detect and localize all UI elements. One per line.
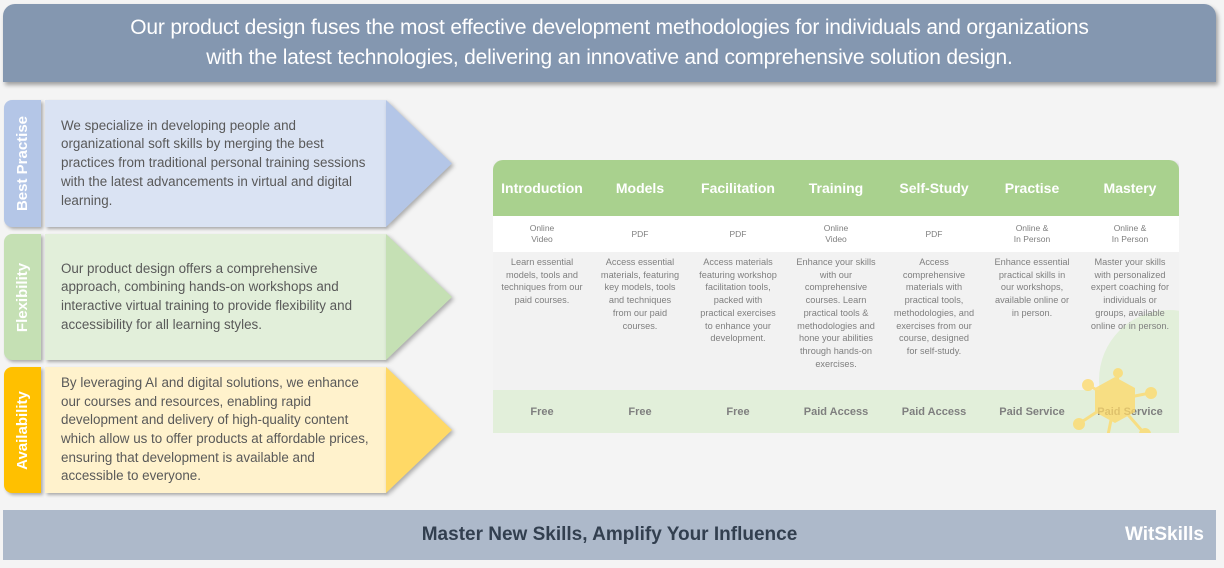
pillar-text: Our product design offers a comprehensiv… <box>61 260 353 332</box>
format-cell: Online & In Person <box>1013 223 1051 244</box>
description-cell: Learn essential models, tools and techni… <box>501 257 583 306</box>
pillar-availability: Availability By leveraging AI and digita… <box>4 367 452 493</box>
banner-text: Our product design fuses the most effect… <box>110 13 1108 73</box>
pillar-tab: Best Practise <box>4 100 41 227</box>
arrow-tip-icon <box>386 100 452 227</box>
column-header: Practise <box>1004 180 1060 196</box>
description-cell: Enhance essential practical skills in ou… <box>994 257 1070 318</box>
pillar-text: By leveraging AI and digital solutions, … <box>61 374 369 484</box>
pillar-text: We specialize in developing people and o… <box>61 117 366 208</box>
format-cell: Online Video <box>529 223 555 244</box>
pillar-body: By leveraging AI and digital solutions, … <box>45 367 386 493</box>
price-cell: Free <box>726 405 750 418</box>
format-cell: PDF <box>631 228 649 239</box>
format-cell: Online & In Person <box>1111 223 1149 244</box>
pillar-body: We specialize in developing people and o… <box>45 100 386 227</box>
product-table: Introduction Models Facilitation Trainin… <box>493 160 1179 433</box>
column-header: Self-Study <box>899 180 969 196</box>
format-cell: PDF <box>925 228 943 239</box>
price-cell: Free <box>530 405 554 418</box>
footer-tagline: Master New Skills, Amplify Your Influenc… <box>421 524 798 545</box>
brand-logo: WitSkills <box>1124 524 1204 545</box>
pillar-best-practise: Best Practise We specialize in developin… <box>4 100 452 227</box>
header-banner: Our product design fuses the most effect… <box>3 4 1216 82</box>
column-header: Facilitation <box>701 180 775 196</box>
column-header: Introduction <box>501 180 583 196</box>
pillar-label: Flexibility <box>14 262 31 332</box>
table-row-format: Online Video PDF PDF Online Video PDF On… <box>493 216 1179 252</box>
format-cell: PDF <box>729 228 747 239</box>
format-cell: Online Video <box>823 223 849 244</box>
description-cell: Access essential materials, featuring ke… <box>600 257 680 331</box>
column-header: Models <box>615 180 665 196</box>
banner-line-1: Our product design fuses the most effect… <box>130 16 1089 39</box>
footer-bar: Master New Skills, Amplify Your Influenc… <box>3 510 1216 560</box>
price-cell: Paid Access <box>901 405 967 418</box>
price-cell: Paid Access <box>803 405 869 418</box>
description-cell: Access materials featuring workshop faci… <box>699 257 777 344</box>
price-cell: Paid Service <box>999 405 1065 418</box>
column-header: Mastery <box>1103 180 1157 196</box>
price-cell: Free <box>628 405 652 418</box>
pillar-label: Availability <box>14 390 32 470</box>
table-header-row: Introduction Models Facilitation Trainin… <box>493 160 1179 216</box>
pillar-flexibility: Flexibility Our product design offers a … <box>4 234 452 360</box>
pillar-tab: Flexibility <box>4 234 41 360</box>
description-cell: Enhance your skills with our comprehensi… <box>796 257 876 369</box>
arrow-tip-icon <box>386 234 452 360</box>
pillar-body: Our product design offers a comprehensiv… <box>45 234 386 360</box>
description-cell: Access comprehensive materials with prac… <box>893 257 975 356</box>
column-header: Training <box>808 180 864 196</box>
pillar-label: Best Practise <box>14 115 31 212</box>
pillar-tab: Availability <box>4 367 41 493</box>
molecule-icon <box>1068 355 1163 433</box>
arrow-tip-icon <box>386 367 452 493</box>
banner-line-2: with the latest technologies, delivering… <box>206 46 1013 69</box>
